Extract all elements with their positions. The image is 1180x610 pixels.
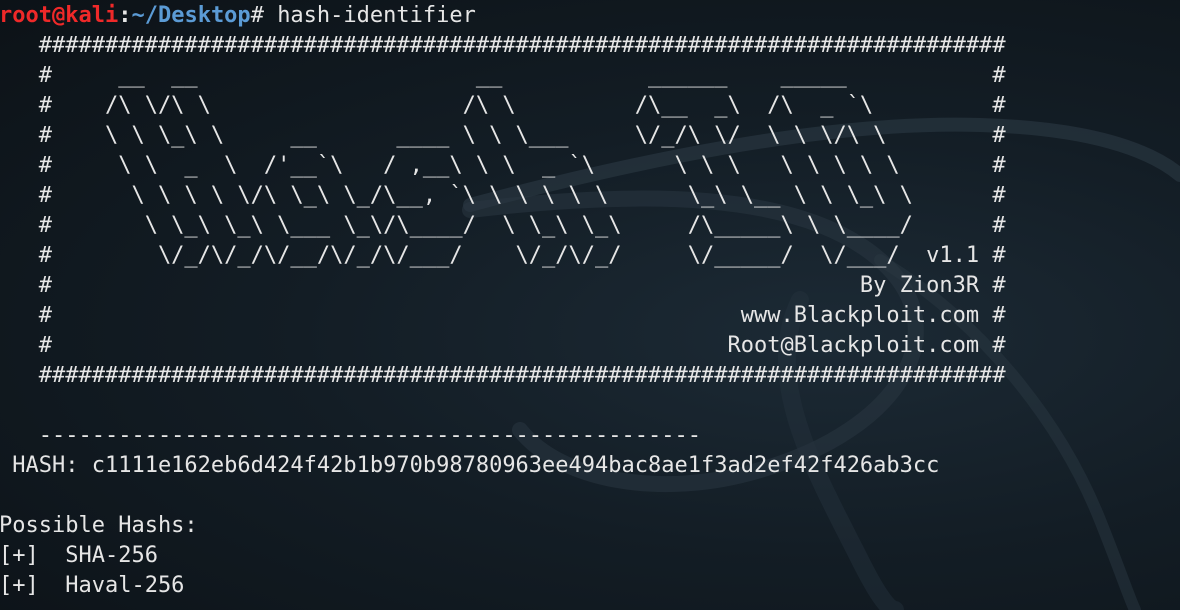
banner-line: # \ \ _ \ /'__`\ / ,__\ \ \ _ `\ \ \ \ \… <box>0 153 1006 178</box>
banner-line: # __ __ __ ______ _____ # <box>0 63 1006 88</box>
command-text: hash-identifier <box>277 3 476 28</box>
banner-line: # \ \ \_\ \ __ ____ \ \ \___ \/_/\ \/ \ … <box>0 123 1006 148</box>
banner-line: # \ \ \ \ \/\ \_\ \_/\__, `\ \ \ \ \ \ \… <box>0 183 1006 208</box>
banner-line: # Root@Blackploit.com # <box>0 333 1006 358</box>
prompt-separator: : <box>118 3 132 28</box>
prompt-symbol: # <box>250 3 278 28</box>
banner-line: # By Zion3R # <box>0 273 1006 298</box>
banner-line: # www.Blackploit.com # <box>0 303 1006 328</box>
banner-line: ########################################… <box>0 363 1006 388</box>
banner-line: # \ \_\ \_\ \___ \_\/\____/ \ \_\ \_\ /\… <box>0 213 1006 238</box>
result-item: [+] Haval-256 <box>0 573 185 598</box>
hash-line: HASH: c1111e162eb6d424f42b1b970b98780963… <box>0 453 940 478</box>
separator-line: ----------------------------------------… <box>0 423 701 448</box>
terminal-output: root@kali:~/Desktop# hash-identifier ###… <box>0 1 1180 601</box>
banner-line: # \/_/\/_/\/__/\/_/\/___/ \/_/\/_/ \/___… <box>0 243 1006 268</box>
prompt-user-host: root@kali <box>0 3 119 28</box>
terminal-window[interactable]: root@kali:~/Desktop# hash-identifier ###… <box>0 0 1180 610</box>
prompt-line: root@kali:~/Desktop# hash-identifier <box>0 1 1179 31</box>
prompt-path: ~/Desktop <box>131 3 251 28</box>
results-title: Possible Hashs: <box>0 513 198 538</box>
result-item: [+] SHA-256 <box>0 543 158 568</box>
banner-line: # /\ \/\ \ /\ \ /\__ _\ /\ _ `\ # <box>0 93 1006 118</box>
banner-line: ########################################… <box>0 33 1006 58</box>
